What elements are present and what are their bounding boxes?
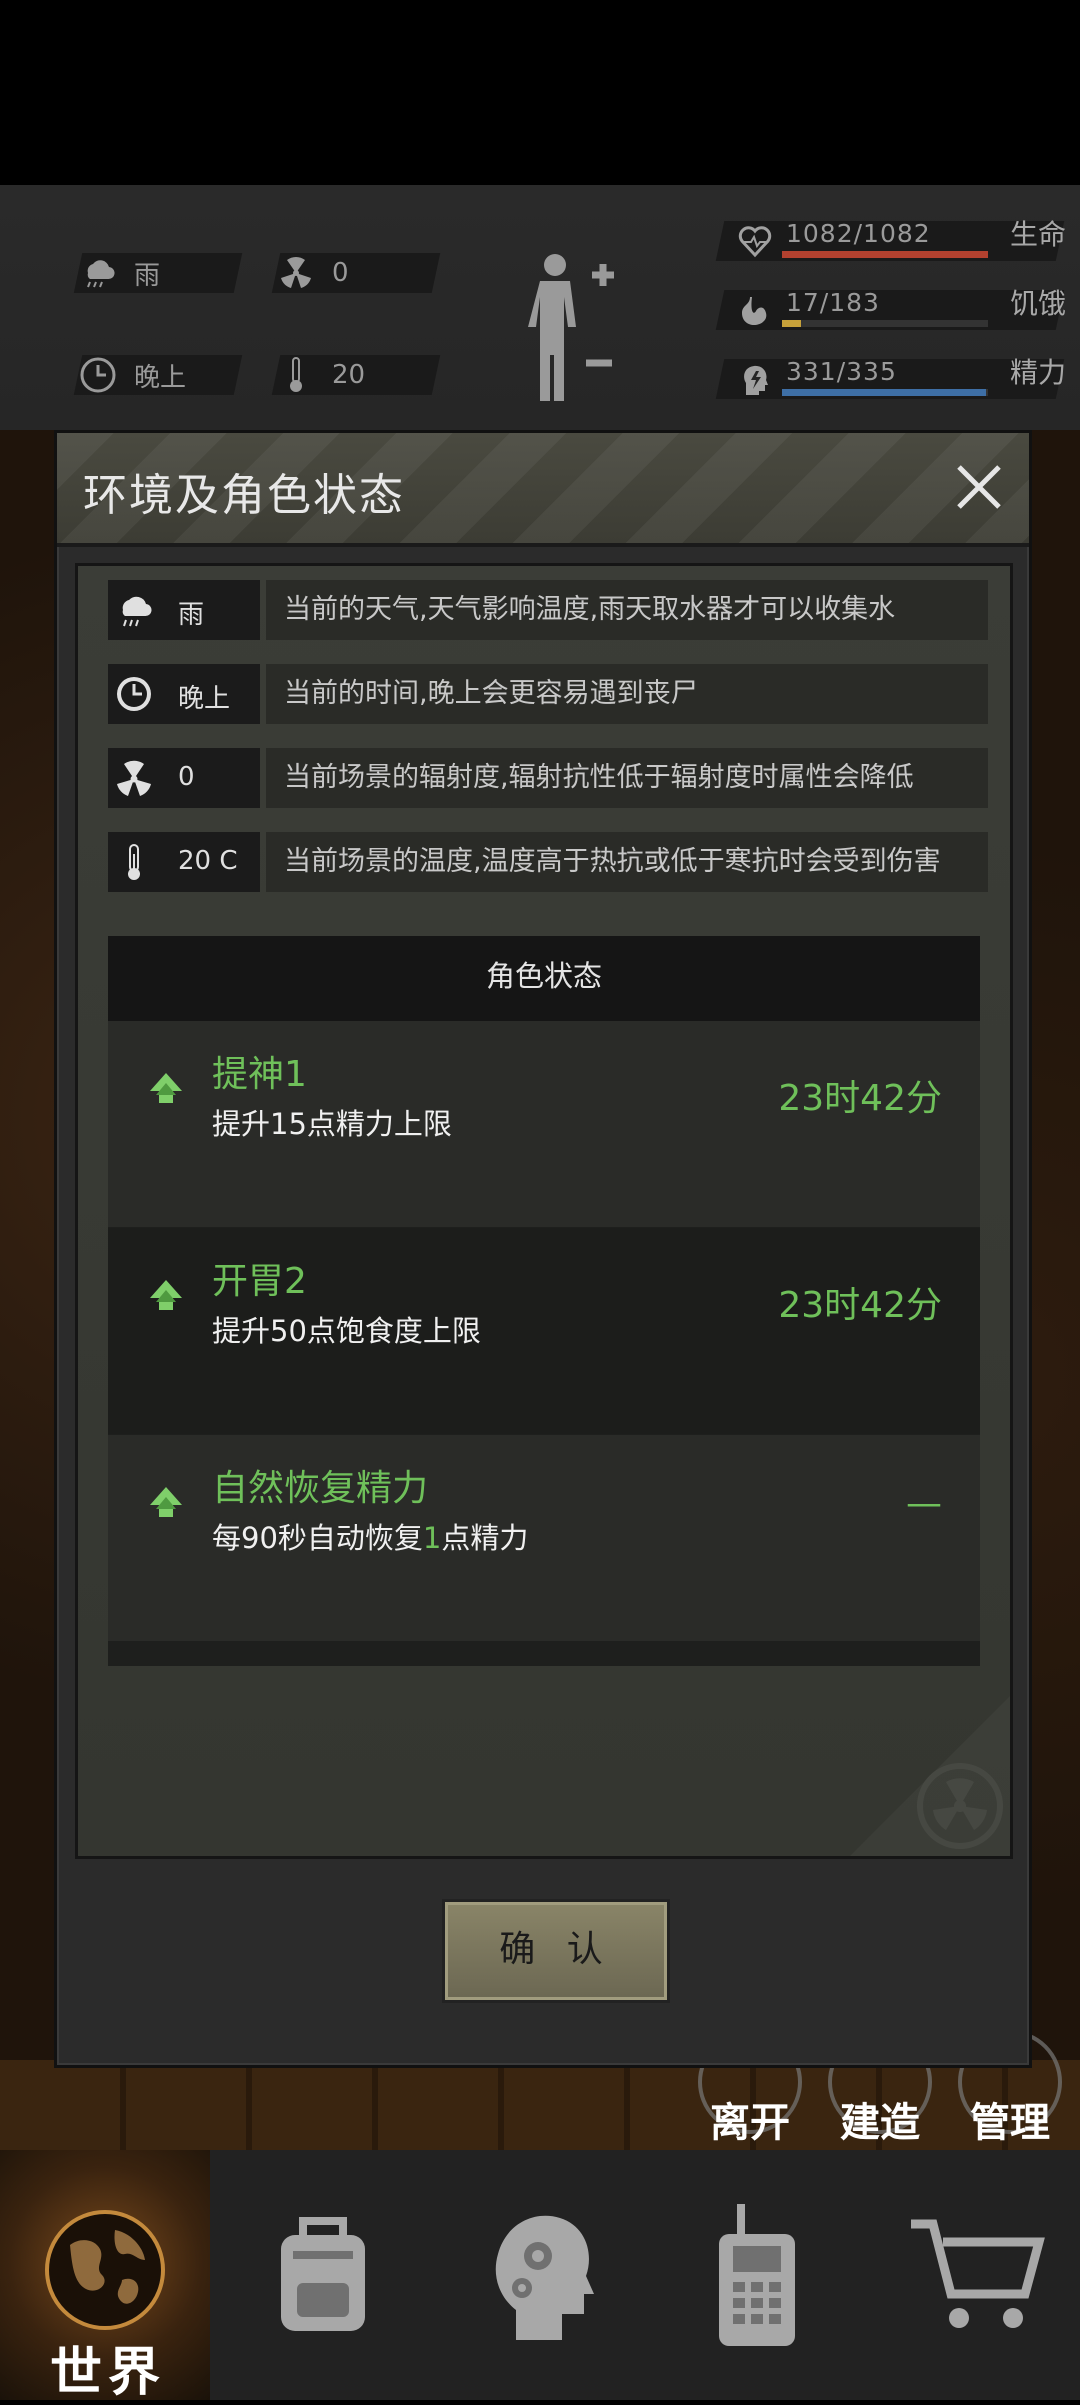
thermometer-icon bbox=[276, 355, 316, 395]
nav-shop[interactable] bbox=[870, 2150, 1080, 2400]
status-name: 开胃2 bbox=[212, 1261, 307, 1302]
hunger-label: 饥饿 bbox=[1009, 287, 1066, 320]
backpack-icon bbox=[281, 2217, 365, 2331]
time-value: 晚上 bbox=[134, 362, 187, 393]
dialog-panel: 雨 当前的天气,天气影响温度,雨天取水器才可以收集水 晚上 当前的时间,晚上会更… bbox=[75, 563, 1013, 1859]
heart-pulse-icon bbox=[738, 226, 772, 258]
status-desc: 提升15点精力上限 bbox=[212, 1107, 452, 1141]
nav-radio[interactable] bbox=[652, 2150, 862, 2400]
bottom-nav: 世界 bbox=[0, 2150, 1080, 2403]
head-gear-icon bbox=[495, 2215, 594, 2340]
env-row-time: 晚上 当前的时间,晚上会更容易遇到丧尸 bbox=[108, 664, 988, 724]
clock-icon bbox=[78, 355, 118, 395]
nav-skills[interactable] bbox=[435, 2150, 645, 2400]
status-desc: 每90秒自动恢复1点精力 bbox=[212, 1521, 529, 1555]
status-name: 提神1 bbox=[212, 1054, 307, 1095]
character-figure-icon[interactable] bbox=[520, 245, 620, 405]
weather-value: 雨 bbox=[134, 260, 161, 291]
character-status-title: 角色状态 bbox=[108, 936, 980, 1021]
radiation-emblem-icon bbox=[850, 1696, 1010, 1856]
close-button[interactable] bbox=[947, 455, 1011, 519]
env-temperature-value: 20 C bbox=[178, 846, 238, 876]
environment-status-dialog: 环境及角色状态 雨 当前的天气,天气影响温度,雨天取水器才可以收集水 晚上 当前… bbox=[54, 430, 1032, 2068]
env-time-desc: 当前的时间,晚上会更容易遇到丧尸 bbox=[266, 664, 988, 724]
status-time: 23时42分 bbox=[778, 1285, 942, 1326]
leave-label: 离开 bbox=[710, 2100, 790, 2146]
health-bar bbox=[782, 251, 988, 258]
status-time: 23时42分 bbox=[778, 1078, 942, 1119]
globe-icon bbox=[45, 2210, 165, 2330]
env-radiation-desc: 当前场景的辐射度,辐射抗性低于辐射度时属性会降低 bbox=[266, 748, 988, 808]
status-item[interactable]: 提神1 提升15点精力上限 23时42分 bbox=[108, 1021, 980, 1227]
status-item[interactable]: 自然恢复精力 每90秒自动恢复1点精力 — bbox=[108, 1435, 980, 1641]
buff-up-arrow-icon bbox=[150, 1487, 182, 1517]
status-item[interactable]: 开胃2 提升50点饱食度上限 23时42分 bbox=[108, 1228, 980, 1434]
health-value: 1082/1082 bbox=[786, 219, 931, 248]
env-row-radiation: 0 当前场景的辐射度,辐射抗性低于辐射度时属性会降低 bbox=[108, 748, 988, 808]
buff-up-arrow-icon bbox=[150, 1073, 182, 1103]
status-name: 自然恢复精力 bbox=[212, 1468, 429, 1509]
weather-pill[interactable]: 雨 bbox=[73, 253, 243, 293]
energy-stat: 331/335 精力 bbox=[715, 353, 1066, 403]
health-stat: 1082/1082 生命 bbox=[715, 215, 1066, 265]
stomach-icon bbox=[742, 297, 767, 325]
env-time-value: 晚上 bbox=[178, 684, 231, 714]
shopping-cart-icon bbox=[911, 2219, 1045, 2328]
hunger-bar bbox=[782, 320, 988, 327]
env-weather-value: 雨 bbox=[178, 600, 205, 630]
radiation-icon bbox=[276, 253, 316, 293]
energy-value: 331/335 bbox=[786, 357, 897, 386]
rain-cloud-icon bbox=[78, 253, 118, 293]
time-pill[interactable]: 晚上 bbox=[73, 355, 243, 395]
character-status-box: 角色状态 提神1 提升15点精力上限 23时42分 开胃2 提升50点饱食度上限… bbox=[108, 936, 980, 1666]
env-weather-desc: 当前的天气,天气影响温度,雨天取水器才可以收集水 bbox=[266, 580, 988, 640]
temperature-pill[interactable]: 20 bbox=[271, 355, 441, 395]
hunger-value: 17/183 bbox=[786, 288, 880, 317]
build-label: 建造 bbox=[840, 2100, 920, 2146]
env-temperature-desc: 当前场景的温度,温度高于热抗或低于寒抗时会受到伤害 bbox=[266, 832, 988, 892]
clock-icon bbox=[117, 677, 151, 711]
close-icon bbox=[957, 465, 1001, 509]
energy-label: 精力 bbox=[1009, 356, 1066, 389]
dialog-title: 环境及角色状态 bbox=[83, 470, 405, 521]
radiation-pill[interactable]: 0 bbox=[271, 253, 441, 293]
health-label: 生命 bbox=[1009, 218, 1066, 251]
walkie-talkie-icon bbox=[719, 2204, 795, 2346]
status-desc: 提升50点饱食度上限 bbox=[212, 1314, 481, 1348]
energy-head-icon bbox=[744, 365, 768, 395]
env-row-temperature: 20 C 当前场景的温度,温度高于热抗或低于寒抗时会受到伤害 bbox=[108, 832, 988, 892]
env-row-weather: 雨 当前的天气,天气影响温度,雨天取水器才可以收集水 bbox=[108, 580, 988, 640]
rain-cloud-icon bbox=[122, 596, 152, 627]
hunger-stat: 17/183 饥饿 bbox=[715, 284, 1066, 334]
confirm-button[interactable]: 确 认 bbox=[442, 1899, 670, 2003]
energy-bar bbox=[782, 389, 988, 396]
radiation-value: 0 bbox=[332, 258, 349, 288]
temperature-value: 20 bbox=[332, 360, 366, 390]
thermometer-icon bbox=[128, 844, 140, 880]
manage-label: 管理 bbox=[970, 2100, 1050, 2146]
dialog-header: 环境及角色状态 bbox=[57, 433, 1029, 547]
env-radiation-value: 0 bbox=[178, 762, 195, 792]
status-time: — bbox=[906, 1483, 942, 1524]
radiation-icon bbox=[117, 760, 151, 796]
nav-world-label: 世界 bbox=[50, 2343, 167, 2403]
nav-world[interactable]: 世界 bbox=[0, 2150, 210, 2403]
buff-up-arrow-icon bbox=[150, 1280, 182, 1310]
nav-backpack[interactable] bbox=[218, 2150, 428, 2400]
